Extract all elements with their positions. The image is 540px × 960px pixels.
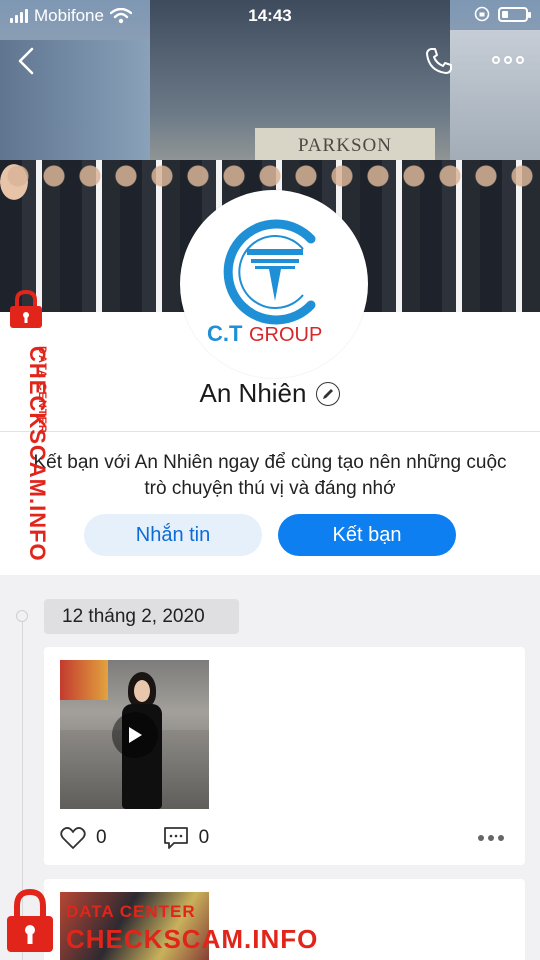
phone-icon[interactable] [424,46,454,76]
more-icon[interactable] [492,52,526,68]
timeline-date: 12 tháng 2, 2020 [44,599,239,634]
like-count: 0 [96,827,107,848]
profile-description: Kết bạn với An Nhiên ngay để cùng tạo nê… [33,452,507,499]
back-icon[interactable] [14,46,40,76]
profile-name: An Nhiên [199,378,307,408]
orientation-lock-icon [474,6,490,22]
comment-icon[interactable] [163,826,189,850]
timeline-post[interactable]: 0 0 [44,647,525,865]
like-action[interactable]: 0 [60,826,107,850]
shop-background [60,660,108,700]
battery-icon [498,6,531,22]
lock-icon [10,290,42,328]
heart-icon[interactable] [60,826,86,850]
lock-icon [7,888,53,952]
logo-text-ct: C.T [207,321,243,346]
status-right [474,6,531,22]
status-time: 14:43 [248,6,292,25]
divider [0,431,540,432]
timeline-dot [16,610,28,622]
comment-count: 0 [198,827,210,848]
add-friend-button[interactable]: Kết bạn [278,514,456,556]
watermark-sub: DATA CENTER [66,902,196,921]
watermark-brand: CHECKSCAM.INFO [66,924,319,954]
video-thumbnail[interactable] [60,660,209,809]
logo-text-group: GROUP [249,324,322,346]
comment-action[interactable]: 0 [163,826,210,850]
edit-icon[interactable] [316,381,341,406]
watermark-sub: DATA CENTER [36,346,48,434]
post-actions: 0 0 [60,825,510,851]
avatar[interactable]: C.T GROUP [180,190,368,378]
status-bar: Mobifone 14:43 [0,0,540,32]
play-icon[interactable] [112,712,158,758]
post-more-icon[interactable] [478,835,504,841]
watermark-bottom: DATA CENTER CHECKSCAM.INFO [4,888,334,958]
ct-group-logo: C.T GROUP [207,219,322,346]
profile-name-row: An Nhiên [0,378,540,409]
message-button[interactable]: Nhắn tin [84,514,262,556]
watermark-side: CHECKSCAM.INFO DATA CENTER [4,290,64,562]
